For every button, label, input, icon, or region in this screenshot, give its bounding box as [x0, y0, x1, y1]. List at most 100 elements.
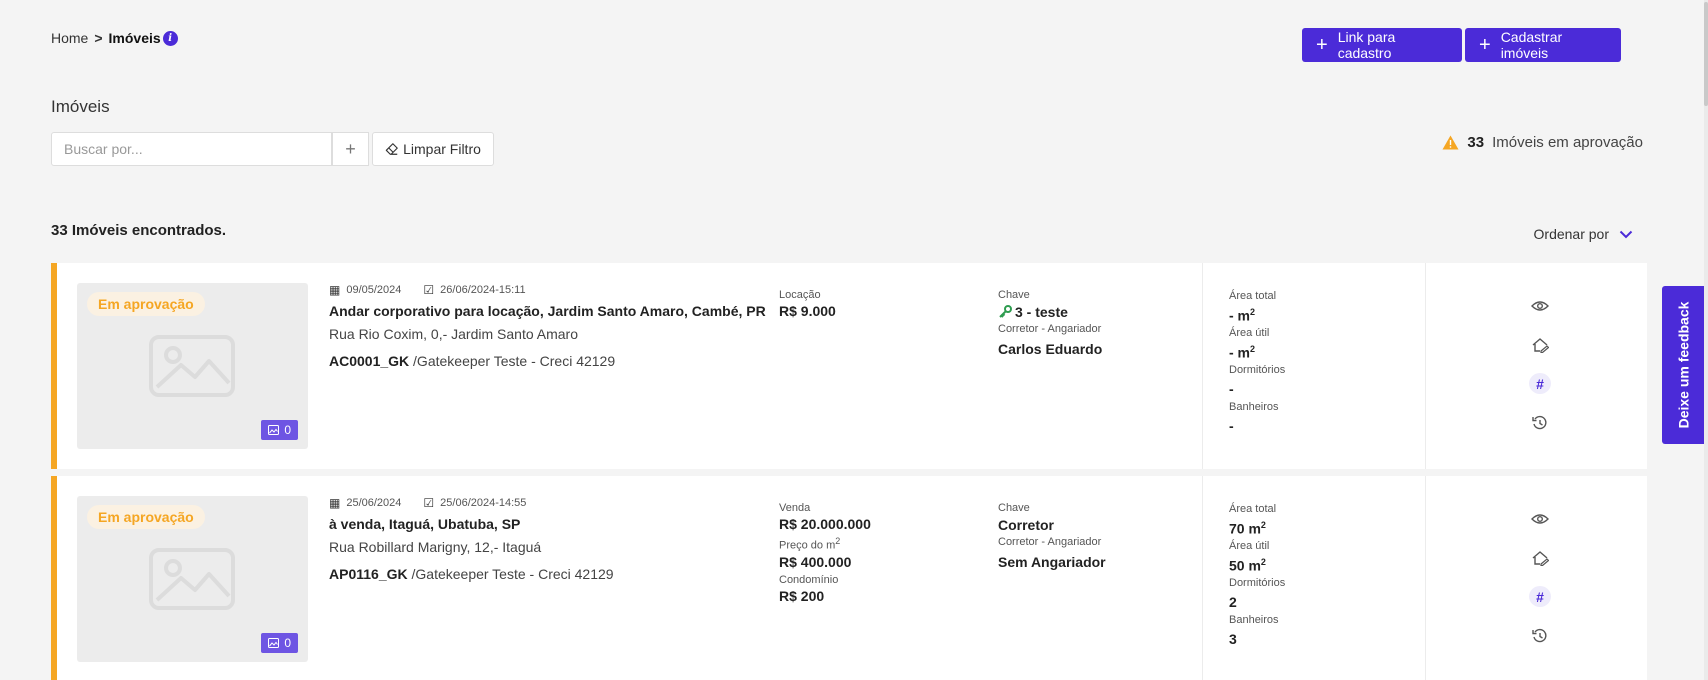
agent-name: Sem Angariador: [998, 554, 1106, 570]
chevron-down-icon: [1619, 230, 1633, 238]
photo-count-badge[interactable]: 0: [261, 633, 298, 653]
photo-icon: [268, 638, 280, 648]
photo-count: 0: [284, 636, 291, 650]
add-filter-button[interactable]: +: [332, 132, 369, 166]
history-button[interactable]: [1529, 412, 1551, 433]
hash-icon[interactable]: #: [1529, 373, 1551, 394]
card-actions: #: [1529, 508, 1551, 646]
eraser-icon: [385, 143, 398, 155]
house-edit-icon: [1532, 550, 1549, 566]
eye-icon: [1531, 300, 1549, 311]
key-column: Chave Corretor Corretor - Angariador Sem…: [998, 502, 1106, 573]
property-thumbnail[interactable]: Em aprovação 0: [77, 496, 308, 662]
banheiros-value: -: [1229, 418, 1234, 434]
property-dates: ▦ 25/06/2024 ☑ 25/06/2024-14:55: [329, 496, 526, 510]
edit-property-button[interactable]: [1529, 334, 1551, 355]
page-title: Imóveis: [51, 97, 110, 116]
warning-icon: [1442, 135, 1459, 150]
history-button[interactable]: [1529, 625, 1551, 646]
price-column: Venda R$ 20.000.000 Preço do m2 R$ 400.0…: [779, 502, 871, 608]
order-by-label: Ordenar por: [1533, 226, 1609, 242]
link-cadastro-label: Link para cadastro: [1337, 29, 1396, 61]
dormitorios-value: 2: [1229, 594, 1237, 610]
key-icon: [999, 305, 1012, 318]
key-value: 3 - teste: [1015, 304, 1068, 320]
view-button[interactable]: [1529, 508, 1551, 529]
column-divider: [1425, 476, 1426, 680]
cadastrar-imoveis-button[interactable]: + Cadastrar imóveis: [1465, 28, 1621, 62]
edit-property-button[interactable]: [1529, 547, 1551, 568]
feedback-label: Deixe um feedback: [1675, 301, 1692, 429]
property-thumbnail[interactable]: Em aprovação 0: [77, 283, 308, 449]
price-m2-value: R$ 400.000: [779, 553, 852, 570]
created-date: 09/05/2024: [346, 284, 402, 296]
property-address: Rua Rio Coxim, 0,- Jardim Santo Amaro: [329, 326, 578, 342]
area-total-value: - m2: [1229, 307, 1256, 324]
area-util-label: Área útil: [1229, 327, 1270, 339]
property-card: Em aprovação 0 ▦ 09/05/2024 ☑ 26/06/2024…: [51, 263, 1647, 469]
created-date: 25/06/2024: [346, 497, 402, 509]
area-util-value: - m2: [1229, 344, 1256, 361]
agent-label: Corretor - Angariador: [998, 323, 1102, 335]
info-icon[interactable]: i: [162, 30, 178, 46]
key-label: Chave: [998, 502, 1030, 514]
condominio-label: Condomínio: [779, 573, 839, 586]
status-badge: Em aprovação: [87, 505, 205, 529]
price-column: Locação R$ 9.000: [779, 289, 836, 323]
history-icon: [1532, 628, 1547, 642]
price-m2-label: Preço do m2: [779, 536, 841, 552]
updated-date: 26/06/2024-15:11: [440, 284, 526, 296]
calendar-check-icon: ☑: [423, 496, 435, 510]
card-actions: #: [1529, 295, 1551, 433]
banheiros-label: Banheiros: [1229, 614, 1279, 626]
scrollbar-thumb[interactable]: [1704, 2, 1708, 106]
feedback-button[interactable]: Deixe um feedback: [1662, 286, 1705, 444]
key-label: Chave: [998, 289, 1030, 301]
approval-status[interactable]: 33 Imóveis em aprovação: [1442, 134, 1643, 151]
area-total-label: Área total: [1229, 503, 1277, 515]
breadcrumb-current: Imóveis: [108, 30, 161, 46]
property-dates: ▦ 09/05/2024 ☑ 26/06/2024-15:11: [329, 283, 526, 297]
deal-type: Venda: [779, 502, 811, 514]
property-title[interactable]: Andar corporativo para locação, Jardim S…: [329, 303, 766, 319]
clear-filter-label: Limpar Filtro: [403, 141, 481, 157]
property-card: Em aprovação 0 ▦ 25/06/2024 ☑ 25/06/2024…: [51, 476, 1647, 680]
breadcrumb-home[interactable]: Home: [51, 30, 88, 46]
status-badge: Em aprovação: [87, 292, 205, 316]
link-cadastro-button[interactable]: + Link para cadastro: [1302, 28, 1462, 62]
price-value: R$ 9.000: [779, 303, 836, 319]
updated-date: 25/06/2024-14:55: [440, 497, 527, 509]
photo-count-badge[interactable]: 0: [261, 420, 298, 440]
approval-label: Imóveis em aprovação: [1492, 134, 1643, 151]
key-column: Chave 3 - teste Corretor - Angariador Ca…: [998, 289, 1102, 360]
plus-icon: +: [1316, 34, 1328, 56]
search-input[interactable]: [51, 132, 332, 166]
breadcrumb: Home > Imóveis i: [51, 30, 178, 46]
hash-icon[interactable]: #: [1529, 586, 1551, 607]
results-count: 33 Imóveis encontrados.: [51, 222, 227, 239]
price-value: R$ 20.000.000: [779, 516, 871, 532]
agent-label: Corretor - Angariador: [998, 536, 1102, 548]
plus-icon: +: [1479, 34, 1491, 56]
clear-filter-button[interactable]: Limpar Filtro: [372, 132, 494, 166]
page-scrollbar[interactable]: [1704, 0, 1708, 680]
banheiros-label: Banheiros: [1229, 401, 1279, 413]
area-total-value: 70 m2: [1229, 520, 1266, 537]
history-icon: [1532, 415, 1547, 429]
column-divider: [1202, 263, 1203, 469]
cadastrar-imoveis-label: Cadastrar imóveis: [1500, 29, 1563, 61]
property-code: AC0001_GK: [329, 353, 410, 369]
deal-type: Locação: [779, 289, 821, 301]
view-button[interactable]: [1529, 295, 1551, 316]
property-title[interactable]: à venda, Itaguá, Ubatuba, SP: [329, 516, 520, 532]
calendar-icon: ▦: [329, 283, 341, 297]
order-by-dropdown[interactable]: Ordenar por: [1534, 226, 1633, 242]
photo-icon: [268, 425, 280, 435]
key-value: Corretor: [998, 517, 1055, 533]
eye-icon: [1531, 513, 1549, 524]
column-divider: [1202, 476, 1203, 680]
key-value-row: 3 - teste: [998, 304, 1102, 320]
house-edit-icon: [1532, 337, 1549, 353]
image-placeholder-icon: [149, 335, 235, 397]
area-util-value: 50 m2: [1229, 557, 1266, 574]
